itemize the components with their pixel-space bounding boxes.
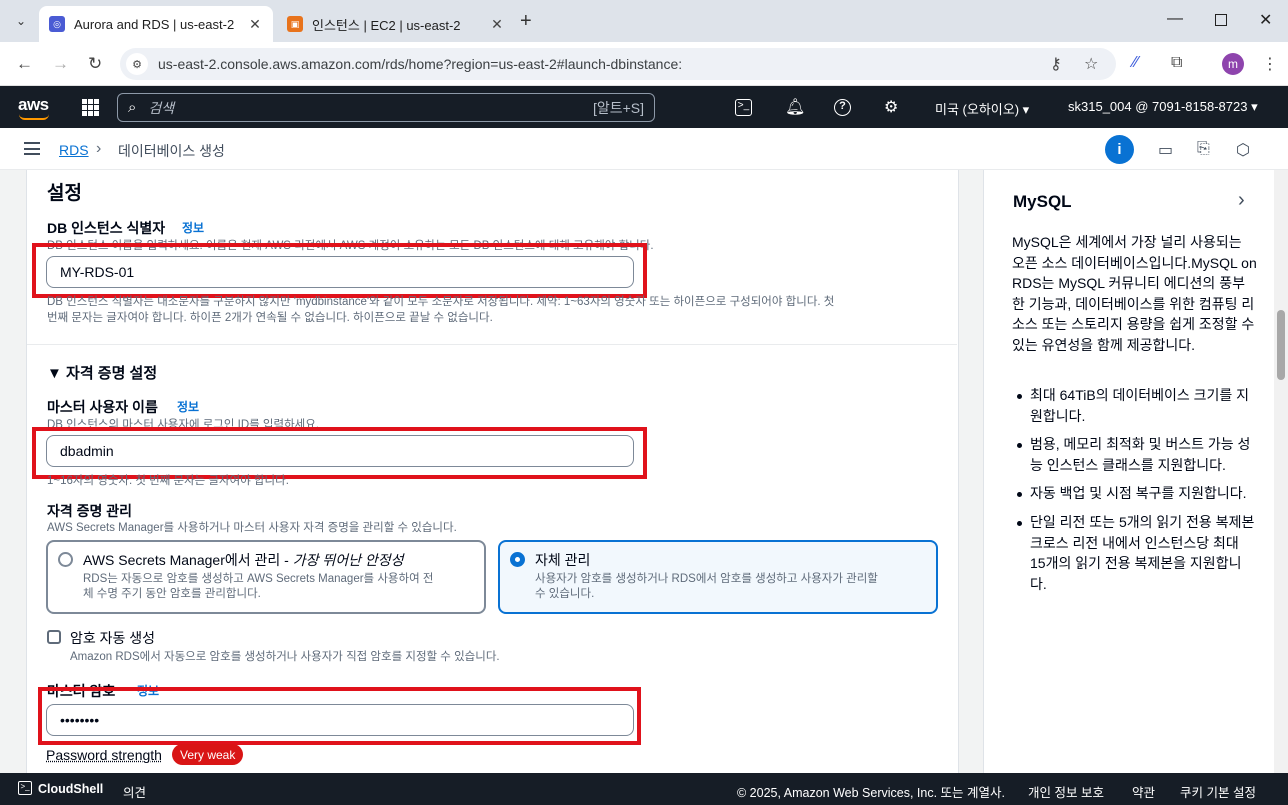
auto-generate-label: 암호 자동 생성 bbox=[70, 630, 156, 646]
scrollbar-thumb[interactable] bbox=[1277, 310, 1285, 380]
feedback-icon[interactable]: ▭ bbox=[1158, 140, 1173, 160]
close-tab-icon[interactable]: ✕ bbox=[489, 16, 505, 33]
privacy-link[interactable]: 개인 정보 보호 bbox=[1028, 782, 1104, 801]
settings-gear-icon[interactable]: ⚙ bbox=[884, 97, 898, 117]
db-identifier-info-link[interactable]: 정보 bbox=[182, 219, 204, 236]
option-description: RDS는 자동으로 암호를 생성하고 AWS Secrets Manager를 … bbox=[83, 573, 434, 600]
password-strength-label: Password strength bbox=[46, 747, 162, 763]
help-panel-paragraph: MySQL은 세계에서 가장 널리 사용되는 오픈 소스 데이터베이스입니다.M… bbox=[1012, 234, 1257, 353]
divider bbox=[27, 344, 957, 345]
breadcrumb-rds-link[interactable]: RDS bbox=[59, 142, 89, 158]
highlight-box bbox=[32, 243, 647, 298]
new-tab-icon[interactable]: + bbox=[520, 10, 532, 33]
highlight-box bbox=[38, 687, 641, 745]
radio-button-selected[interactable] bbox=[510, 552, 525, 567]
credential-management-label: 자격 증명 관리 bbox=[47, 503, 133, 519]
close-tab-icon[interactable]: ✕ bbox=[247, 16, 263, 33]
console-search-input[interactable]: ⌕ 검색 [알트+S] bbox=[117, 93, 655, 122]
cloudshell-footer-icon[interactable]: >_ bbox=[18, 781, 32, 795]
cookie-preferences-link[interactable]: 쿠키 기본 설정 bbox=[1180, 782, 1256, 801]
terms-link[interactable]: 약관 bbox=[1132, 782, 1155, 801]
cloudshell-link[interactable]: CloudShell bbox=[38, 782, 103, 796]
account-menu[interactable]: sk315_004 @ 7091-8158-8723 ▾ bbox=[1068, 99, 1258, 115]
chevron-right-icon[interactable]: › bbox=[1238, 189, 1245, 212]
bookmark-star-icon[interactable]: ☆ bbox=[1084, 54, 1098, 74]
side-nav-menu-icon[interactable] bbox=[24, 142, 40, 155]
list-item: 단일 리전 또는 5개의 읽기 전용 복제본 크로스 리전 내에서 인스턴스당 … bbox=[1012, 512, 1257, 594]
option-title: AWS Secrets Manager에서 관리 - 가장 뛰어난 안정성 bbox=[83, 552, 404, 568]
region-selector[interactable]: 미국 (오하이오) ▾ bbox=[935, 99, 1029, 118]
url-omnibox[interactable]: ⚙ us-east-2.console.aws.amazon.com/rds/h… bbox=[120, 48, 1116, 80]
option-description: 사용자가 암호를 생성하거나 RDS에서 암호를 생성하고 사용자가 관리할 수 … bbox=[535, 573, 878, 600]
list-item: 자동 백업 및 시점 복구를 지원합니다. bbox=[1012, 483, 1257, 504]
ec2-favicon-icon: ▣ bbox=[287, 16, 303, 32]
auto-generate-description: Amazon RDS에서 자동으로 암호를 생성하거나 사용자가 직접 암호를 … bbox=[70, 651, 500, 663]
breadcrumb: RDS › 데이터베이스 생성 i ▭ ⎘ ⬡ bbox=[0, 128, 1288, 170]
master-username-label: 마스터 사용자 이름 bbox=[47, 399, 158, 415]
browser-menu-icon[interactable]: ⋮ bbox=[1262, 54, 1278, 74]
radio-button[interactable] bbox=[58, 552, 73, 567]
list-item: 범용, 메모리 최적화 및 버스트 가능 성능 인스턴스 클래스를 지원합니다. bbox=[1012, 434, 1257, 475]
forward-icon[interactable]: → bbox=[52, 54, 69, 74]
self-managed-option[interactable]: 자체 관리 사용자가 암호를 생성하거나 RDS에서 암호를 생성하고 사용자가… bbox=[498, 540, 938, 614]
back-icon[interactable]: ← bbox=[16, 54, 33, 74]
extension-icon[interactable]: ⁄⁄ bbox=[1133, 54, 1138, 72]
browser-tab-rds[interactable]: ◎ Aurora and RDS | us-east-2 ✕ bbox=[39, 6, 273, 42]
db-identifier-hint: DB 인스턴스 식별자는 대소문자를 구분하지 않지만 'mydbinstanc… bbox=[47, 296, 835, 308]
cloudshell-icon[interactable]: >_ bbox=[735, 99, 752, 116]
notes-icon[interactable]: ⎘ bbox=[1197, 140, 1210, 158]
list-item: 최대 64TiB의 데이터베이스 크기를 지원합니다. bbox=[1012, 385, 1257, 426]
tab-search-chevron-icon[interactable]: ⌄ bbox=[8, 8, 34, 34]
copyright-text: © 2025, Amazon Web Services, Inc. 또는 계열사… bbox=[737, 786, 1005, 800]
aws-top-nav: aws ⌕ 검색 [알트+S] >_ 🔔︎ ? ⚙ 미국 (오하이오) ▾ sk… bbox=[0, 86, 1288, 128]
services-menu-icon[interactable] bbox=[82, 99, 99, 116]
rds-favicon-icon: ◎ bbox=[49, 16, 65, 32]
info-panel-toggle-icon[interactable]: i bbox=[1105, 135, 1134, 164]
section-title: 설정 bbox=[47, 183, 82, 204]
search-shortcut: [알트+S] bbox=[592, 99, 644, 116]
search-icon: ⌕ bbox=[128, 99, 137, 116]
db-identifier-label: DB 인스턴스 식별자 bbox=[47, 220, 166, 236]
url-text: us-east-2.console.aws.amazon.com/rds/hom… bbox=[158, 56, 683, 72]
password-strength-badge: Very weak bbox=[172, 744, 244, 765]
extensions-puzzle-icon[interactable]: ⧉ bbox=[1171, 54, 1182, 72]
master-username-info-link[interactable]: 정보 bbox=[177, 398, 199, 415]
chevron-right-icon: › bbox=[96, 140, 102, 157]
secrets-manager-option[interactable]: AWS Secrets Manager에서 관리 - 가장 뛰어난 안정성 RD… bbox=[46, 540, 486, 614]
tools-hex-icon[interactable]: ⬡ bbox=[1236, 140, 1250, 160]
minimize-icon[interactable]: — bbox=[1167, 10, 1183, 28]
profile-avatar[interactable]: m bbox=[1222, 53, 1244, 75]
help-panel-list: 최대 64TiB의 데이터베이스 크기를 지원합니다. 범용, 메모리 최적화 … bbox=[1012, 385, 1257, 602]
aws-logo[interactable]: aws bbox=[18, 95, 49, 120]
password-key-icon[interactable]: ⚷ bbox=[1050, 54, 1062, 74]
window-close-icon[interactable]: ✕ bbox=[1259, 10, 1272, 30]
option-title: 자체 관리 bbox=[535, 552, 591, 568]
help-panel: MySQL › MySQL은 세계에서 가장 널리 사용되는 오픈 소스 데이터… bbox=[983, 170, 1274, 773]
maximize-icon[interactable] bbox=[1215, 14, 1227, 26]
reload-icon[interactable]: ↻ bbox=[88, 54, 102, 74]
feedback-link[interactable]: 의견 bbox=[123, 782, 146, 801]
breadcrumb-current: 데이터베이스 생성 bbox=[118, 143, 225, 159]
help-panel-title: MySQL bbox=[1013, 192, 1072, 211]
console-footer: >_ CloudShell 의견 © 2025, Amazon Web Serv… bbox=[0, 773, 1288, 805]
address-bar-row: ← → ↻ ⚙ us-east-2.console.aws.amazon.com… bbox=[0, 42, 1288, 86]
browser-tab-ec2[interactable]: ▣ 인스턴스 | EC2 | us-east-2 ✕ bbox=[277, 6, 515, 42]
auto-generate-checkbox[interactable] bbox=[47, 630, 61, 644]
db-identifier-hint-2: 번째 문자는 글자여야 합니다. 하이픈 2개가 연속될 수 없습니다. 하이픈… bbox=[47, 312, 493, 324]
notifications-bell-icon[interactable]: 🔔︎ bbox=[785, 97, 805, 117]
page-scrollbar[interactable] bbox=[1274, 170, 1288, 773]
tab-title: Aurora and RDS | us-east-2 bbox=[74, 16, 235, 32]
tab-title: 인스턴스 | EC2 | us-east-2 bbox=[312, 17, 461, 33]
credentials-section-toggle[interactable]: ▼ 자격 증명 설정 bbox=[47, 362, 157, 383]
browser-tab-strip: ⌄ ◎ Aurora and RDS | us-east-2 ✕ ▣ 인스턴스 … bbox=[0, 0, 1288, 42]
site-info-icon[interactable]: ⚙ bbox=[126, 53, 148, 75]
main-content: 설정 DB 인스턴스 식별자 정보 DB 인스턴스 이름을 입력하세요. 이름은… bbox=[0, 170, 983, 773]
credential-management-description: AWS Secrets Manager를 사용하거나 마스터 사용자 자격 증명… bbox=[47, 522, 457, 534]
help-icon[interactable]: ? bbox=[834, 99, 851, 116]
master-username-hint: 1~16자의 영숫자. 첫 번째 문자는 글자여야 합니다. bbox=[47, 475, 289, 487]
search-placeholder: 검색 bbox=[148, 99, 175, 116]
